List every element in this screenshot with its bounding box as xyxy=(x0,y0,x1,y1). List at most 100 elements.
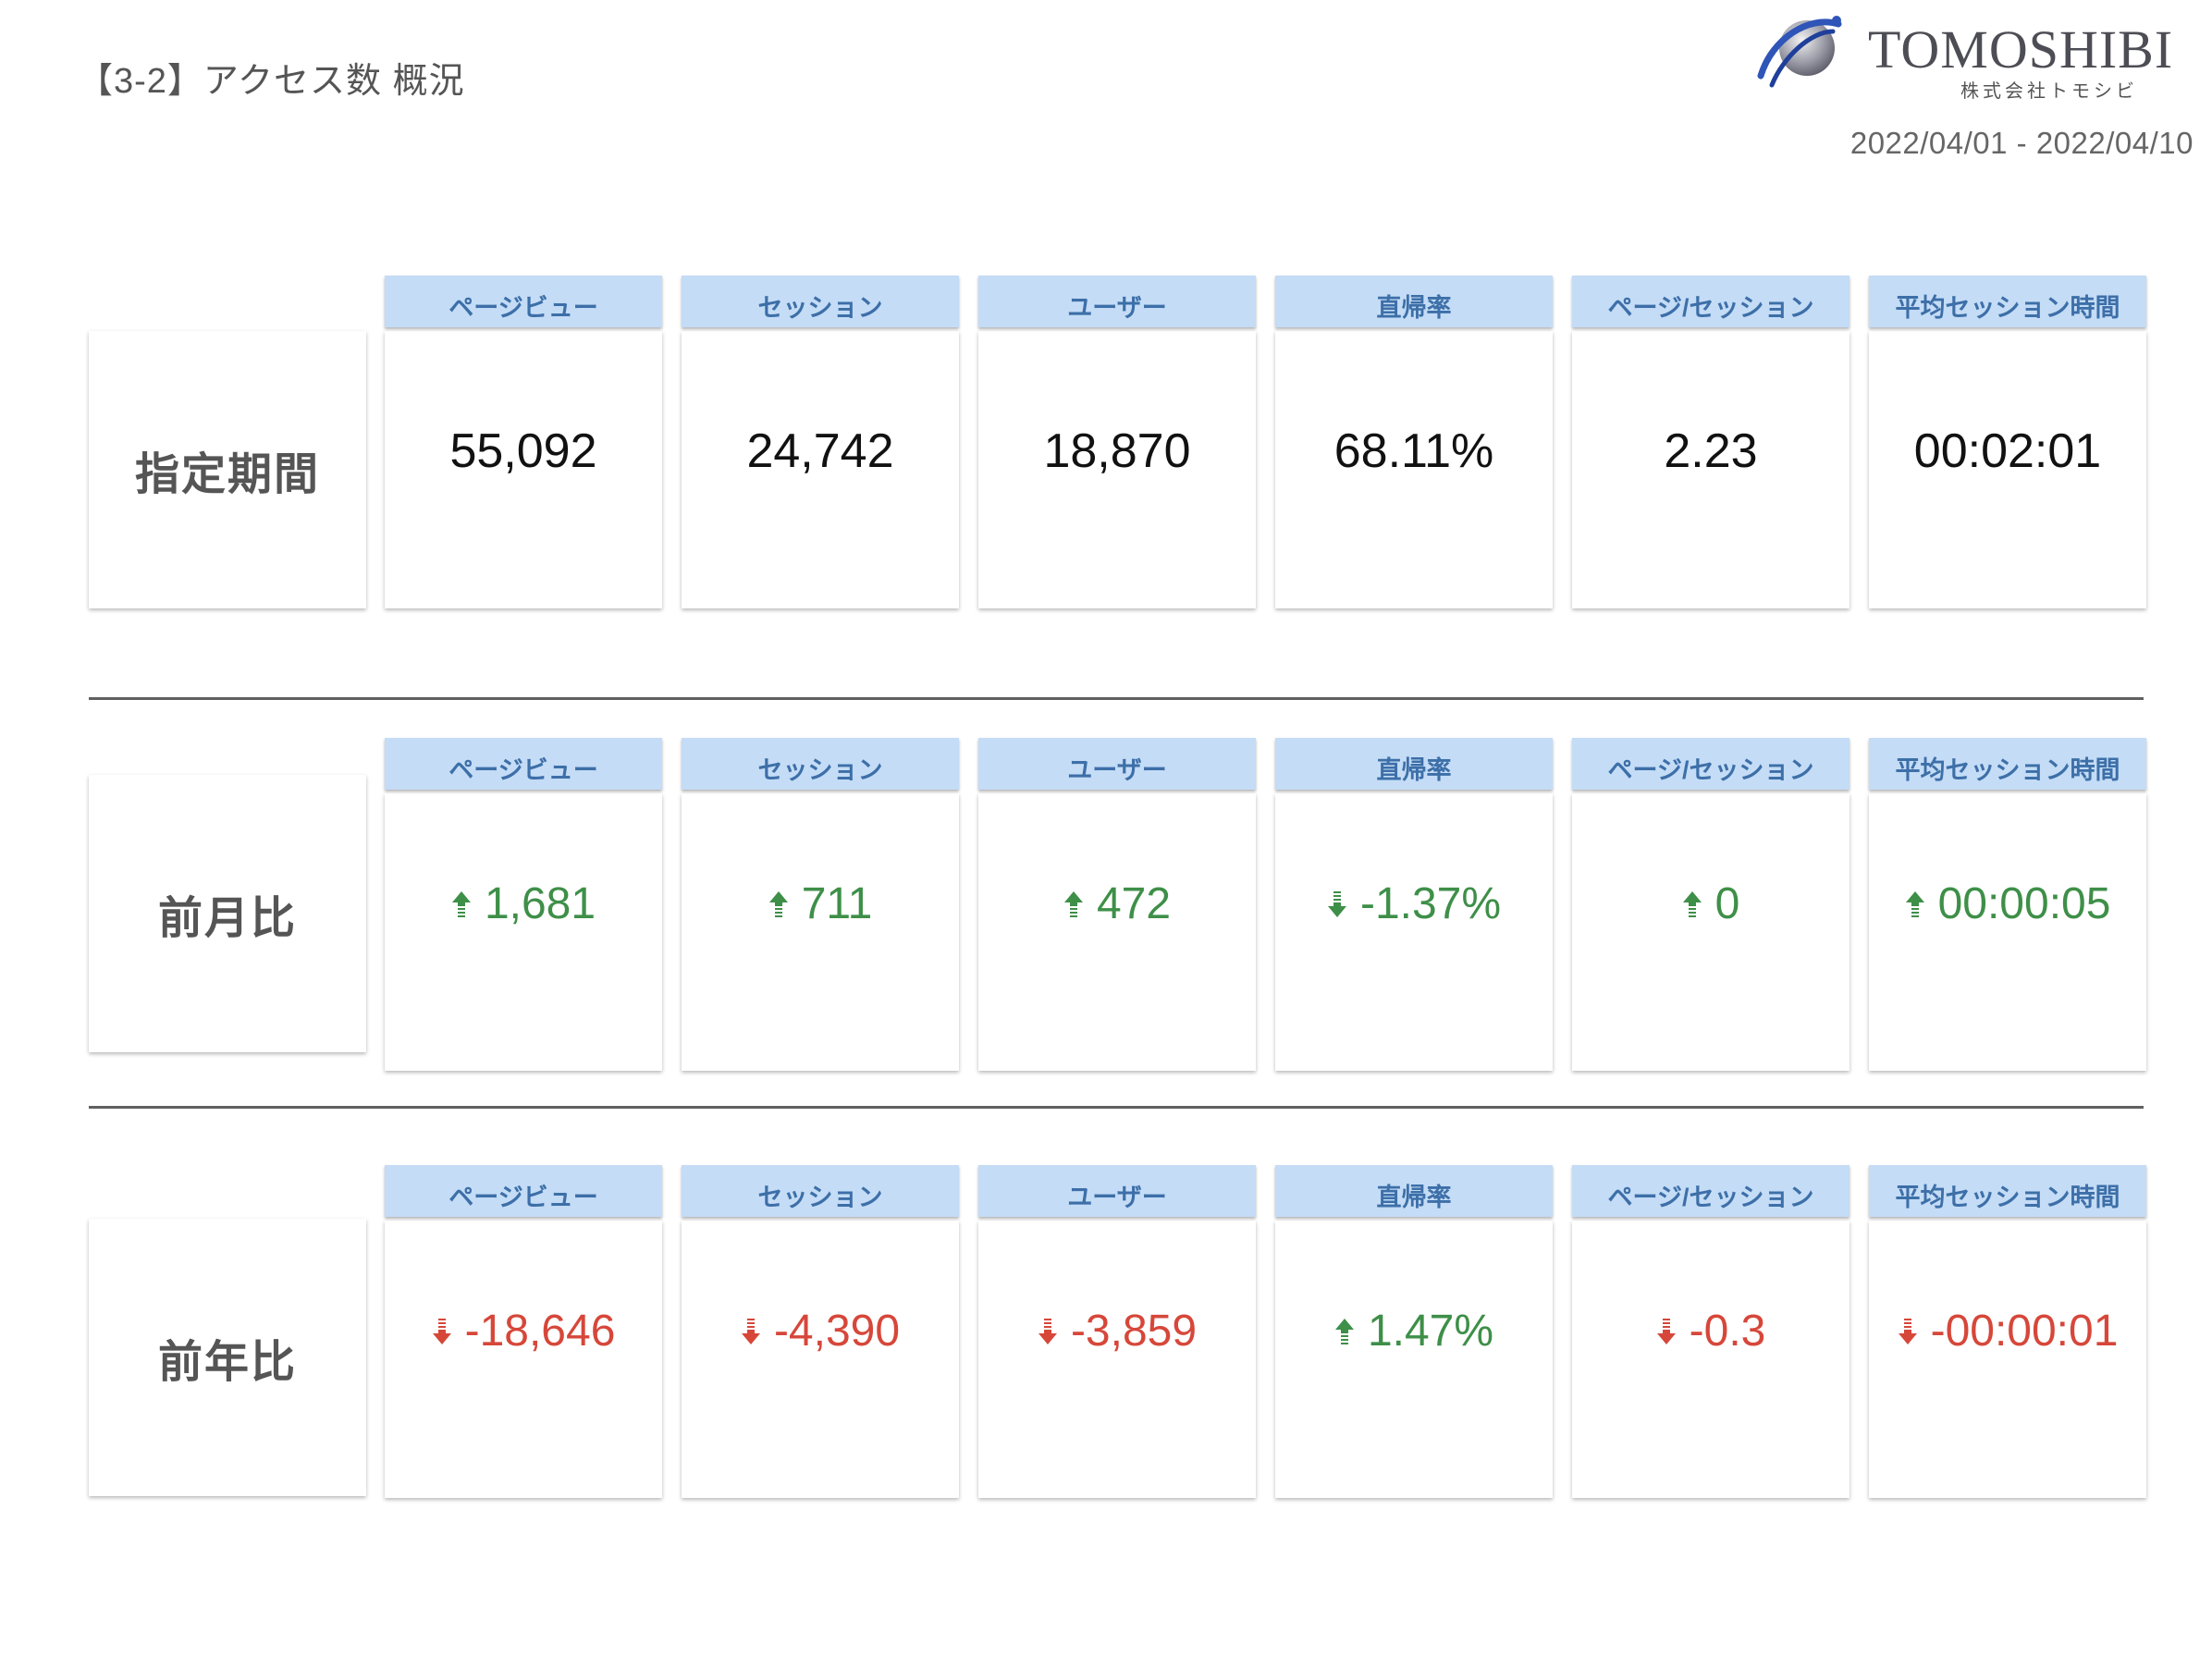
metric-body: 18,870 xyxy=(978,331,1256,608)
metric-card: ユーザー 18,870 xyxy=(978,276,1256,608)
metric-card: ページビュー -18,646 xyxy=(385,1165,662,1498)
arrow-up-icon xyxy=(1905,890,1925,919)
metric-value: 24,742 xyxy=(746,424,894,478)
metric-delta: -3,859 xyxy=(978,1306,1256,1356)
section-divider xyxy=(89,697,2144,700)
arrow-down-icon xyxy=(432,1317,452,1346)
metric-delta: 0 xyxy=(1572,878,1849,929)
metric-header: 平均セッション時間 xyxy=(1869,1165,2146,1217)
delta-value: -18,646 xyxy=(464,1307,616,1356)
metric-body: 711 xyxy=(682,793,959,1071)
metric-header: ページビュー xyxy=(385,1165,662,1217)
delta-value: -1.37% xyxy=(1359,879,1502,928)
metric-header: ページビュー xyxy=(385,738,662,790)
metric-card: ユーザー -3,859 xyxy=(978,1165,1256,1498)
metric-card: セッション 711 xyxy=(682,738,959,1071)
arrow-up-icon xyxy=(768,890,789,919)
metric-value: 55,092 xyxy=(449,424,597,478)
date-range: 2022/04/01 - 2022/04/10 xyxy=(1849,126,2194,160)
delta-value: 1.47% xyxy=(1367,1307,1494,1356)
metric-card: 平均セッション時間 00:02:01 xyxy=(1869,276,2146,608)
metric-value: 18,870 xyxy=(1043,424,1191,478)
arrow-down-icon xyxy=(741,1317,761,1346)
metric-body: 68.11% xyxy=(1275,331,1553,608)
section-divider xyxy=(89,1106,2144,1109)
metric-card: 直帰率 68.11% xyxy=(1275,276,1553,608)
delta-value: 00:00:05 xyxy=(1937,879,2111,928)
metric-header: セッション xyxy=(682,738,959,790)
arrow-down-icon xyxy=(1656,1317,1677,1346)
metric-card: ページビュー 55,092 xyxy=(385,276,662,608)
metric-card: 直帰率 -1.37% xyxy=(1275,738,1553,1071)
metric-delta: 1.47% xyxy=(1275,1306,1553,1356)
metric-delta: 472 xyxy=(978,878,1256,929)
metric-body: 00:02:01 xyxy=(1869,331,2146,608)
metric-body: -18,646 xyxy=(385,1221,662,1498)
metric-header: ページ/セッション xyxy=(1572,276,1849,327)
metric-header: ユーザー xyxy=(978,1165,1256,1217)
metric-body: 472 xyxy=(978,793,1256,1071)
metric-body: 00:00:05 xyxy=(1869,793,2146,1071)
metric-header: セッション xyxy=(682,1165,959,1217)
metric-body: -4,390 xyxy=(682,1221,959,1498)
arrow-down-icon xyxy=(1327,890,1347,919)
metric-header: ページ/セッション xyxy=(1572,738,1849,790)
metric-body: -3,859 xyxy=(978,1221,1256,1498)
metric-delta: 711 xyxy=(682,878,959,929)
metric-delta: 00:00:05 xyxy=(1869,878,2146,929)
delta-value: 0 xyxy=(1714,879,1740,928)
metric-header: ページ/セッション xyxy=(1572,1165,1849,1217)
delta-value: 472 xyxy=(1096,879,1172,928)
metric-body: 2.23 xyxy=(1572,331,1849,608)
row-label-card: 前年比 xyxy=(89,1219,366,1496)
metric-header: ユーザー xyxy=(978,738,1256,790)
delta-value: -0.3 xyxy=(1689,1307,1766,1356)
delta-value: 1,681 xyxy=(484,879,596,928)
row-label: 前年比 xyxy=(157,1338,297,1387)
metric-header: ユーザー xyxy=(978,276,1256,327)
arrow-down-icon xyxy=(1898,1317,1918,1346)
metric-header: 平均セッション時間 xyxy=(1869,738,2146,790)
metric-card: セッション 24,742 xyxy=(682,276,959,608)
logo-swirl-icon xyxy=(1757,16,1842,88)
logo-name: TOMOSHIBI xyxy=(1868,19,2174,80)
metric-value: 2.23 xyxy=(1664,424,1758,478)
metric-header: 直帰率 xyxy=(1275,1165,1553,1217)
metric-card: ページ/セッション -0.3 xyxy=(1572,1165,1849,1498)
metric-body: 0 xyxy=(1572,793,1849,1071)
metric-card: 直帰率 1.47% xyxy=(1275,1165,1553,1498)
company-logo: TOMOSHIBI 株式会社トモシビ xyxy=(1753,11,2206,102)
metric-body: 1,681 xyxy=(385,793,662,1071)
arrow-up-icon xyxy=(1063,890,1084,919)
metric-body: 55,092 xyxy=(385,331,662,608)
metric-body: -1.37% xyxy=(1275,793,1553,1071)
metric-header: セッション xyxy=(682,276,959,327)
arrow-up-icon xyxy=(1682,890,1702,919)
row-label: 指定期間 xyxy=(134,450,320,499)
metric-value: 68.11% xyxy=(1333,424,1494,478)
row-label: 前月比 xyxy=(157,894,297,943)
metric-card: ページビュー 1,681 xyxy=(385,738,662,1071)
arrow-down-icon xyxy=(1038,1317,1058,1346)
metric-card: セッション -4,390 xyxy=(682,1165,959,1498)
metric-value: 00:02:01 xyxy=(1913,424,2102,478)
metric-header: 直帰率 xyxy=(1275,738,1553,790)
metric-delta: -0.3 xyxy=(1572,1306,1849,1356)
metric-delta: -1.37% xyxy=(1275,878,1553,929)
delta-value: 711 xyxy=(801,879,873,928)
row-label-card: 指定期間 xyxy=(89,331,366,608)
metric-delta: -00:00:01 xyxy=(1869,1306,2146,1356)
metric-header: 直帰率 xyxy=(1275,276,1553,327)
metric-card: 平均セッション時間 -00:00:01 xyxy=(1869,1165,2146,1498)
metric-body: 1.47% xyxy=(1275,1221,1553,1498)
logo-subtitle: 株式会社トモシビ xyxy=(1960,81,2138,102)
row-label-card: 前月比 xyxy=(89,775,366,1052)
page-title: 【3-2】アクセス数 概況 xyxy=(78,62,465,101)
metric-delta: 1,681 xyxy=(385,878,662,929)
metric-header: 平均セッション時間 xyxy=(1869,276,2146,327)
metric-card: ページ/セッション 0 xyxy=(1572,738,1849,1071)
metric-body: 24,742 xyxy=(682,331,959,608)
delta-value: -4,390 xyxy=(773,1307,901,1356)
metric-delta: -4,390 xyxy=(682,1306,959,1356)
metric-body: -0.3 xyxy=(1572,1221,1849,1498)
